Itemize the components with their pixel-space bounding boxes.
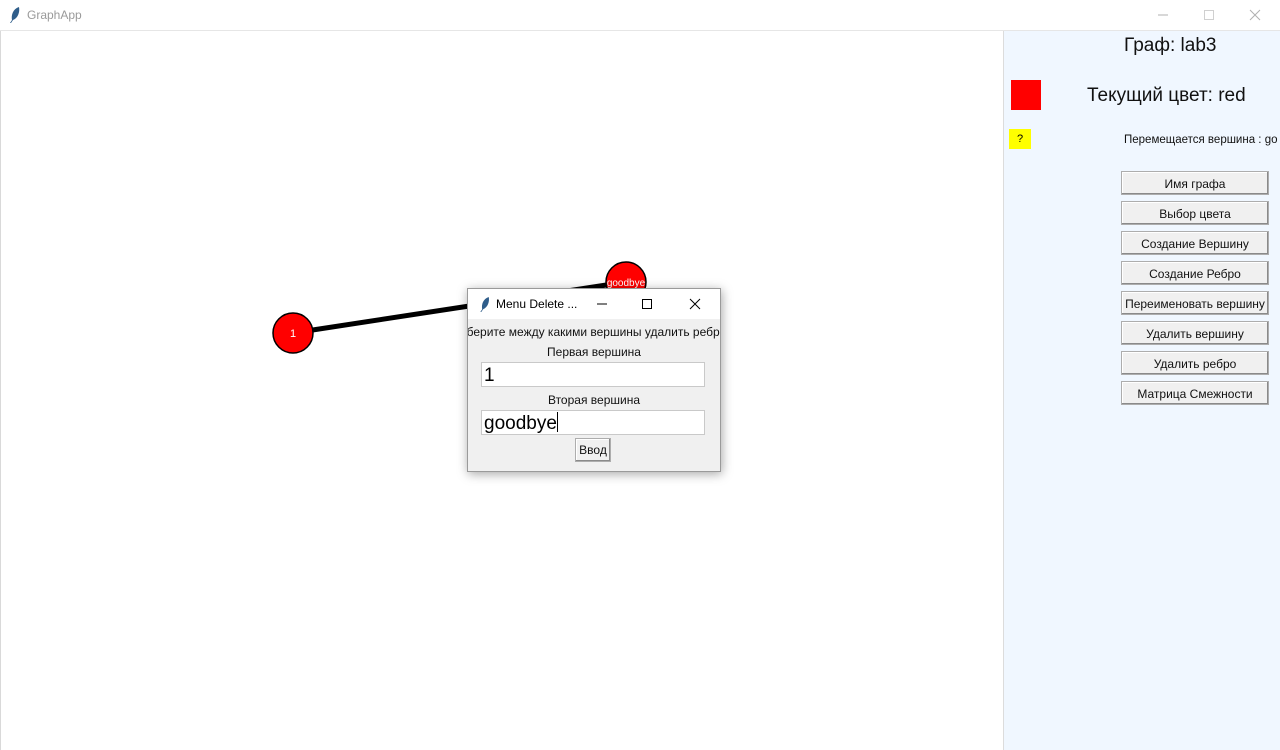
help-button[interactable]: ? <box>1009 129 1031 149</box>
dialog-prompt-text: ыберите между какими вершины удалить реб… <box>468 325 720 339</box>
vertex-label: 1 <box>290 328 296 340</box>
maximize-icon[interactable] <box>641 297 653 311</box>
minimize-icon[interactable] <box>596 297 608 311</box>
minimize-button[interactable] <box>1140 0 1186 30</box>
current-color-swatch <box>1011 80 1041 110</box>
dialog-titlebar[interactable]: Menu Delete ... <box>468 289 720 319</box>
maximize-button[interactable] <box>1186 0 1232 30</box>
close-button[interactable] <box>1232 0 1278 30</box>
graph-name-label: Граф: lab3 <box>1124 35 1217 56</box>
dialog-title: Menu Delete ... <box>496 297 578 311</box>
app-titlebar[interactable]: GraphApp <box>0 0 1280 31</box>
delete-edge-button[interactable]: Удалить ребро <box>1121 351 1269 375</box>
moving-vertex-status: Перемещается вершина : go <box>1124 134 1278 146</box>
minimize-icon <box>1158 14 1168 16</box>
first-vertex-input[interactable]: 1 <box>481 362 705 387</box>
create-vertex-button[interactable]: Создание Вершину <box>1121 231 1269 255</box>
rename-vertex-button[interactable]: Переименовать вершину <box>1121 291 1269 315</box>
second-vertex-label: Вторая вершина <box>547 393 641 407</box>
close-icon <box>1249 9 1261 21</box>
maximize-icon <box>1204 10 1214 20</box>
feather-icon <box>480 297 489 312</box>
feather-icon <box>10 7 20 23</box>
dialog-prompt: ыберите между какими вершины удалить реб… <box>468 325 720 341</box>
delete-edge-dialog: Menu Delete ... ыберите между какими вер… <box>467 288 721 472</box>
control-panel: Граф: lab3 Текущий цвет: red ? Перемещае… <box>1003 31 1280 750</box>
first-vertex-label: Первая вершина <box>547 345 641 359</box>
close-icon[interactable] <box>689 297 701 311</box>
second-vertex-value: goodbye <box>484 413 557 434</box>
second-vertex-input[interactable]: goodbye <box>481 410 705 435</box>
create-edge-button[interactable]: Создание Ребро <box>1121 261 1269 285</box>
adjacency-matrix-button[interactable]: Матрица Смежности <box>1121 381 1269 405</box>
submit-button[interactable]: Ввод <box>575 438 611 462</box>
graph-name-button[interactable]: Имя графа <box>1121 171 1269 195</box>
delete-vertex-button[interactable]: Удалить вершину <box>1121 321 1269 345</box>
app-title: GraphApp <box>27 8 82 22</box>
graph-vertex[interactable]: 1 <box>272 312 314 354</box>
text-caret <box>556 412 558 432</box>
choose-color-button[interactable]: Выбор цвета <box>1121 201 1269 225</box>
current-color-label: Текущий цвет: red <box>1087 85 1246 106</box>
